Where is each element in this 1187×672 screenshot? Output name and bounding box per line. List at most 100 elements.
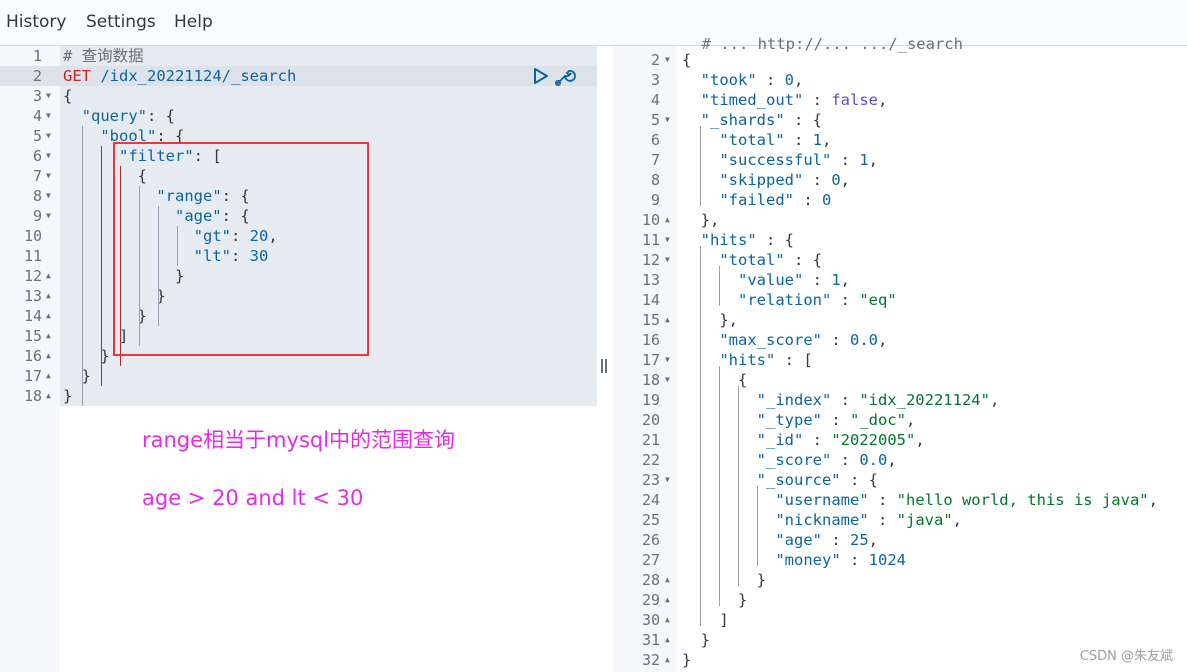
code-token: 0.0 [859, 451, 888, 469]
indent-guide [757, 486, 758, 566]
fold-toggle-icon[interactable]: ▼ [665, 370, 670, 390]
line-number: 28 [641, 571, 660, 589]
code-line: } [63, 346, 109, 366]
code-token: , [878, 91, 888, 109]
fold-toggle-icon[interactable]: ▲ [46, 286, 51, 306]
fold-toggle-icon[interactable]: ▼ [665, 50, 670, 70]
code-token: "_source" [756, 471, 841, 489]
play-icon[interactable] [532, 66, 550, 86]
code-line: GET /idx_20221124/_search [63, 66, 296, 86]
fold-toggle-icon[interactable]: ▼ [46, 146, 51, 166]
code-token: "_score" [756, 451, 832, 469]
fold-toggle-icon[interactable]: ▲ [46, 266, 51, 286]
code-token: "query" [81, 107, 147, 125]
line-number: 4 [650, 91, 660, 109]
code-token: : [803, 271, 832, 289]
resize-grip-icon[interactable] [601, 359, 609, 375]
code-token: "_id" [756, 431, 804, 449]
wrench-icon[interactable] [553, 66, 577, 88]
indent-guide [101, 146, 102, 386]
request-editor[interactable]: 1 # 查询数据 2 GET /idx_20221124/_search 3 ▼{4 ▼ "… [0, 46, 597, 672]
menu-help[interactable]: Help [174, 12, 213, 32]
code-line: "_shards" : { [682, 110, 822, 130]
code-token: GET [63, 67, 91, 85]
indent-guide [700, 246, 701, 626]
line-number: 8 [650, 171, 660, 189]
code-line: } [682, 570, 766, 590]
fold-toggle-icon[interactable]: ▲ [665, 610, 670, 630]
fold-toggle-icon[interactable]: ▼ [665, 470, 670, 490]
code-line: } [682, 650, 691, 670]
fold-toggle-icon[interactable]: ▼ [46, 186, 51, 206]
fold-toggle-icon[interactable]: ▲ [665, 590, 670, 610]
fold-toggle-icon[interactable]: ▲ [665, 310, 670, 330]
code-line: "query": { [63, 106, 175, 126]
code-token: : [822, 531, 850, 549]
fold-toggle-icon[interactable]: ▼ [665, 250, 670, 270]
code-token: : [821, 411, 850, 429]
code-token: "hits" [700, 231, 757, 249]
code-line: "nickname" : "java", [682, 510, 962, 530]
fold-toggle-icon[interactable]: ▲ [46, 326, 51, 346]
code-token: , [1148, 491, 1158, 509]
line-number: 13 [641, 271, 660, 289]
line-number: 31 [641, 631, 660, 649]
indent-guide [719, 266, 720, 306]
line-number: 17 [23, 367, 42, 385]
fold-toggle-icon[interactable]: ▼ [46, 106, 51, 126]
code-token: "hits" [719, 351, 776, 369]
fold-toggle-icon[interactable]: ▼ [665, 110, 670, 130]
code-line: "took" : 0, [682, 70, 804, 90]
fold-toggle-icon[interactable]: ▲ [46, 346, 51, 366]
fold-toggle-icon[interactable]: ▼ [46, 206, 51, 226]
fold-toggle-icon[interactable]: ▲ [46, 366, 51, 386]
code-line: "total" : 1, [682, 130, 831, 150]
fold-toggle-icon[interactable]: ▲ [46, 306, 51, 326]
menu-settings[interactable]: Settings [86, 12, 156, 32]
code-token: 0.0 [849, 331, 878, 349]
code-token: } [682, 571, 766, 589]
line-number: 2 [650, 51, 660, 69]
line-number: 20 [641, 411, 660, 429]
code-line: "hits" : { [682, 230, 794, 250]
fold-toggle-icon[interactable]: ▼ [46, 86, 51, 106]
fold-toggle-icon[interactable]: ▼ [665, 230, 670, 250]
response-viewer[interactable]: # ... http://... .../_search 2 ▼ {3 "took"… [613, 35, 1187, 672]
fold-toggle-icon[interactable]: ▼ [46, 166, 51, 186]
code-token: "hello world, this is java" [896, 491, 1149, 509]
code-line: "skipped" : 0, [682, 170, 850, 190]
fold-toggle-icon[interactable]: ▲ [665, 630, 670, 650]
watermark: CSDN @朱友斌 [1079, 649, 1173, 664]
fold-toggle-icon[interactable]: ▼ [665, 350, 670, 370]
code-token: "max_score" [719, 331, 822, 349]
code-token: "java" [896, 511, 953, 529]
fold-toggle-icon[interactable]: ▼ [46, 126, 51, 146]
line-number: 11 [641, 231, 660, 249]
code-line: }, [682, 210, 720, 230]
pane-resizer[interactable] [597, 46, 613, 672]
fold-toggle-icon[interactable]: ▲ [665, 650, 670, 670]
code-token: # 查询数据 [63, 47, 144, 65]
code-token: } [63, 387, 73, 405]
code-line: "successful" : 1, [682, 150, 878, 170]
code-token: } [682, 631, 710, 649]
code-token: "relation" [738, 291, 832, 309]
code-token: : [803, 431, 832, 449]
code-line: "username" : "hello world, this is java"… [682, 490, 1158, 510]
fold-toggle-icon[interactable]: ▲ [665, 570, 670, 590]
code-token: : [803, 171, 832, 189]
code-token: 1 [812, 131, 822, 149]
line-number: 21 [641, 431, 660, 449]
fold-toggle-icon[interactable]: ▲ [46, 386, 51, 406]
line-number: 8 [32, 187, 42, 205]
line-number: 22 [641, 451, 660, 469]
response-partial-line: # ... http://... .../_search [683, 35, 963, 53]
menu-bar: History Settings Help [0, 0, 1187, 46]
code-token: , [877, 331, 888, 349]
menu-history[interactable]: History [6, 12, 66, 32]
fold-toggle-icon[interactable]: ▲ [665, 210, 670, 230]
